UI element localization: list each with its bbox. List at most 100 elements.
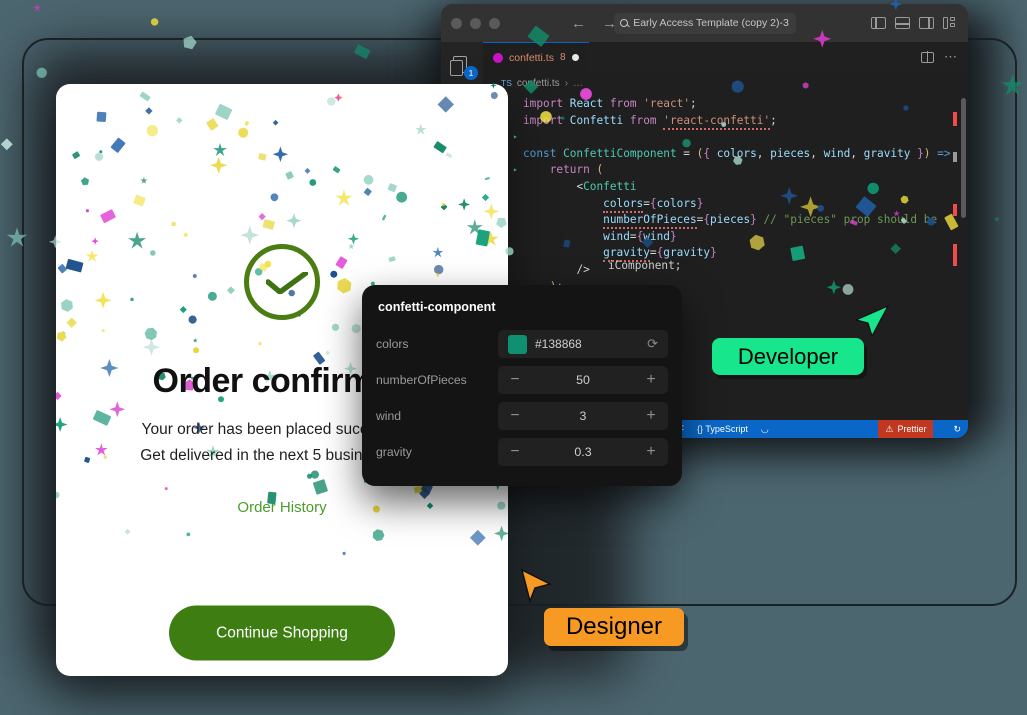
tab-error-count: 8: [559, 52, 566, 63]
tab-confetti-ts[interactable]: confetti.ts 8: [483, 42, 589, 72]
stepper-increment[interactable]: +: [644, 408, 658, 424]
refresh-icon[interactable]: ⟳: [647, 336, 658, 352]
panel-row-gravity: gravity −0.3 +: [376, 438, 668, 466]
panel-row-control[interactable]: #138868 ⟳: [498, 330, 668, 358]
panel-row-wind: wind −3 +: [376, 402, 668, 430]
editor-scrollbar[interactable]: [961, 98, 966, 218]
panel-row-label: wind: [376, 409, 402, 423]
fold-icon[interactable]: [513, 146, 523, 163]
success-check-icon: [244, 244, 320, 320]
developer-badge[interactable]: Developer: [712, 338, 864, 375]
command-center-label: Early Access Template (copy 2)-3: [633, 17, 789, 29]
stepper-increment[interactable]: +: [644, 444, 658, 460]
panel-bottom-icon[interactable]: [894, 17, 911, 29]
fold-icon[interactable]: [513, 196, 523, 213]
breadcrumb[interactable]: TS confetti.ts › …: [483, 72, 968, 94]
status-prettier-label: Prettier: [897, 424, 927, 434]
explorer-badge: 1: [464, 66, 478, 80]
developer-cursor-icon: [854, 304, 890, 338]
sidebar-item-explorer[interactable]: 1: [450, 54, 478, 80]
trailing-code-text: iComponent;: [608, 259, 682, 272]
panel-rows: colors #138868 ⟳ numberOfPieces −50 + wind −3 + g…: [376, 330, 668, 466]
code-text: return (: [549, 163, 604, 177]
tabbar-actions[interactable]: ⋯: [921, 42, 968, 72]
code-lines-container: 1import React from 'react';2import Confe…: [483, 94, 968, 312]
fold-icon[interactable]: ▸: [513, 129, 523, 146]
fold-icon[interactable]: ▸: [513, 162, 523, 179]
stepper-value[interactable]: 3: [522, 409, 644, 423]
code-line: 1import React from 'react';: [483, 96, 968, 113]
code-text: wind={wind}: [603, 229, 677, 243]
split-editor-icon[interactable]: [921, 51, 934, 63]
maximize-window-icon[interactable]: [489, 17, 500, 29]
more-actions-icon[interactable]: ⋯: [944, 50, 958, 63]
continue-shopping-button[interactable]: Continue Shopping: [169, 605, 395, 661]
stepper-decrement[interactable]: −: [508, 408, 522, 424]
color-swatch[interactable]: [508, 334, 527, 354]
code-line: 8 numberOfPieces={pieces} // "pieces" pr…: [483, 212, 968, 230]
fold-icon[interactable]: [513, 179, 523, 196]
editor-tabbar: confetti.ts 8 ⋯: [483, 42, 968, 72]
panel-row-colors: colors #138868 ⟳: [376, 330, 668, 358]
status-bell-icon[interactable]: ◡: [761, 424, 769, 435]
panel-row-label: colors: [376, 337, 409, 351]
status-language[interactable]: {} TypeScript: [697, 424, 748, 434]
stepper-value[interactable]: 50: [522, 373, 644, 387]
customize-layout-icon[interactable]: [943, 17, 958, 29]
code-text: const ConfettiComponent = ({ colors, pie…: [523, 146, 951, 160]
designer-badge[interactable]: Designer: [544, 608, 684, 646]
typescript-file-icon: [493, 52, 503, 63]
minimize-window-icon[interactable]: [470, 17, 481, 29]
panel-row-label: gravity: [376, 445, 412, 459]
code-line: 5▸ return (: [483, 162, 968, 179]
code-line: 6 <Confetti: [483, 179, 968, 196]
code-line: 2import Confetti from 'react-confetti';: [483, 113, 968, 130]
stepper-increment[interactable]: +: [644, 372, 658, 388]
stepper-decrement[interactable]: −: [508, 444, 522, 460]
minimap-mark: [953, 244, 957, 266]
layout-icon-group[interactable]: [871, 16, 958, 30]
window-traffic-lights[interactable]: [451, 17, 543, 29]
order-history-link[interactable]: Order History: [56, 499, 508, 516]
code-line: 11 />: [483, 262, 968, 279]
close-window-icon[interactable]: [451, 17, 462, 29]
back-icon[interactable]: ←: [571, 16, 586, 31]
panel-row-control[interactable]: −50 +: [498, 366, 668, 394]
fold-icon[interactable]: [513, 245, 523, 262]
minimap-mark: [953, 204, 957, 216]
panel-row-control[interactable]: −0.3 +: [498, 438, 668, 466]
unsaved-dot-icon: [571, 54, 579, 61]
confetti-control-panel: confetti-component colors #138868 ⟳ numberO…: [362, 285, 682, 486]
minimap-mark: [953, 112, 957, 126]
tab-label: confetti.ts: [509, 51, 554, 64]
fold-icon[interactable]: [513, 229, 523, 246]
color-hex-value[interactable]: #138868: [535, 337, 647, 351]
fold-icon[interactable]: [513, 212, 523, 229]
panel-row-control[interactable]: −3 +: [498, 402, 668, 430]
code-text: import React from 'react';: [523, 97, 697, 110]
fold-icon[interactable]: [513, 262, 523, 279]
command-center-search[interactable]: Early Access Template (copy 2)-3: [613, 12, 796, 34]
fold-icon[interactable]: [513, 113, 523, 130]
stepper-decrement[interactable]: −: [508, 372, 522, 388]
code-line: 10 gravity={gravity}: [483, 245, 968, 263]
breadcrumb-tail[interactable]: …: [573, 78, 583, 89]
code-line: 7 colors={colors}: [483, 196, 968, 213]
code-line: 4const ConfettiComponent = ({ colors, pi…: [483, 146, 968, 163]
panel-right-icon[interactable]: [919, 16, 934, 30]
panel-row-label: numberOfPieces: [376, 373, 467, 387]
breadcrumb-file[interactable]: confetti.ts: [517, 78, 560, 89]
minimap-error-marks: [953, 94, 957, 438]
nav-buttons[interactable]: ← →: [571, 16, 617, 31]
status-refresh-icon[interactable]: ↻: [946, 420, 968, 438]
designer-cursor-icon: [520, 568, 552, 604]
panel-row-numberofpieces: numberOfPieces −50 +: [376, 366, 668, 394]
code-text: colors={colors}: [523, 196, 703, 213]
status-prettier[interactable]: ⚠ Prettier: [878, 420, 934, 438]
breadcrumb-separator: ›: [564, 77, 569, 89]
code-line: 3▸: [483, 129, 968, 146]
minimap-mark: [953, 152, 957, 162]
stepper-value[interactable]: 0.3: [522, 445, 644, 459]
fold-icon[interactable]: [513, 96, 523, 113]
panel-left-icon[interactable]: [871, 16, 886, 30]
